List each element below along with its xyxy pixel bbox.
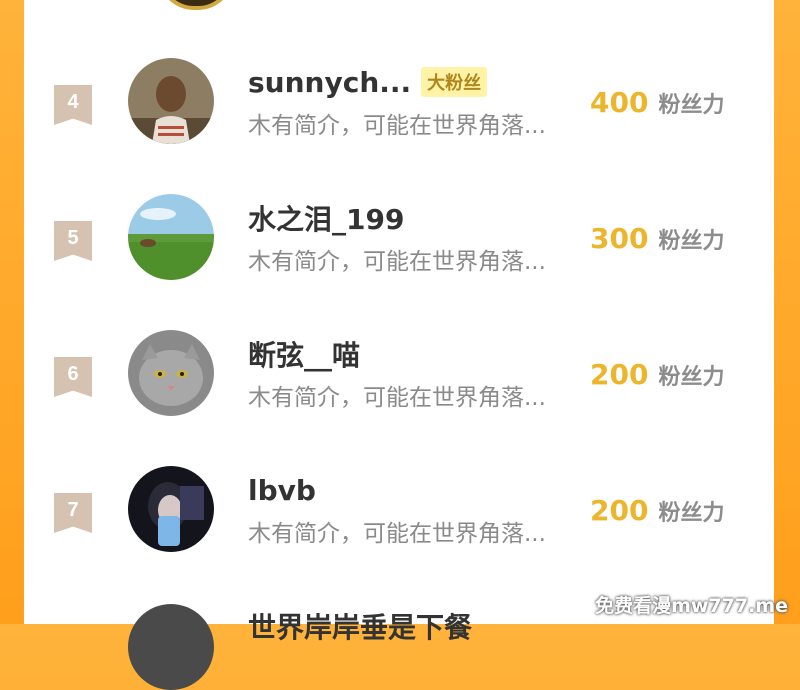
fan-power-score: 200 粉丝力 xyxy=(590,358,724,391)
score-value: 200 xyxy=(590,494,649,527)
rank-ribbon: 6 xyxy=(54,357,92,397)
user-bio: 木有简介，可能在世界角落... xyxy=(248,521,546,547)
fan-level-badge: 大粉丝 xyxy=(421,67,488,97)
fan-power-score: 300 粉丝力 xyxy=(590,222,724,255)
fan-power-score: 400 粉丝力 xyxy=(590,86,724,119)
score-unit: 粉丝力 xyxy=(658,93,725,118)
score-unit: 粉丝力 xyxy=(658,501,725,526)
avatar-rank-3-partial[interactable] xyxy=(158,0,234,10)
rank-ribbon: 4 xyxy=(54,85,92,125)
score-unit: 粉丝力 xyxy=(658,365,725,390)
user-bio: 木有简介，可能在世界角落... xyxy=(248,249,546,275)
ranking-row-4[interactable]: 4 sunnych... 大粉丝 木有简介，可能在世界角落... 400 粉丝力 xyxy=(24,58,774,158)
username-partial[interactable]: 世界岸岸垂是下餐 xyxy=(248,606,472,646)
score-value: 200 xyxy=(590,358,649,391)
score-unit: 粉丝力 xyxy=(658,229,725,254)
score-value: 300 xyxy=(590,222,649,255)
rank-ribbon: 5 xyxy=(54,221,92,261)
avatar[interactable] xyxy=(128,466,214,552)
rank-ribbon: 7 xyxy=(54,493,92,533)
ranking-row-5[interactable]: 5 水之泪_199 木有简介，可能在世界角落... 300 粉丝力 xyxy=(24,194,774,294)
user-bio: 木有简介，可能在世界角落... xyxy=(248,385,546,411)
username[interactable]: 水之泪_199 xyxy=(248,198,404,238)
ranking-row-7[interactable]: 7 lbvb 木有简介，可能在世界角落... 200 粉丝力 xyxy=(24,466,774,566)
avatar-rank-8-partial[interactable] xyxy=(128,604,214,690)
username[interactable]: 断弦__喵 xyxy=(248,334,360,374)
avatar[interactable] xyxy=(128,58,214,144)
avatar[interactable] xyxy=(128,330,214,416)
avatar[interactable] xyxy=(128,194,214,280)
user-bio: 木有简介，可能在世界角落... xyxy=(248,113,546,139)
score-value: 400 xyxy=(590,86,649,119)
ranking-row-6[interactable]: 6 断弦__喵 木有简介，可能在世界角落... 200 粉丝力 xyxy=(24,330,774,430)
watermark: 免费看漫mw777.me xyxy=(595,595,788,617)
username[interactable]: lbvb xyxy=(248,474,316,507)
username[interactable]: sunnych... xyxy=(248,66,411,99)
fan-power-score: 200 粉丝力 xyxy=(590,494,724,527)
ranking-panel: 4 sunnych... 大粉丝 木有简介，可能在世界角落... 400 粉丝力… xyxy=(24,0,774,690)
